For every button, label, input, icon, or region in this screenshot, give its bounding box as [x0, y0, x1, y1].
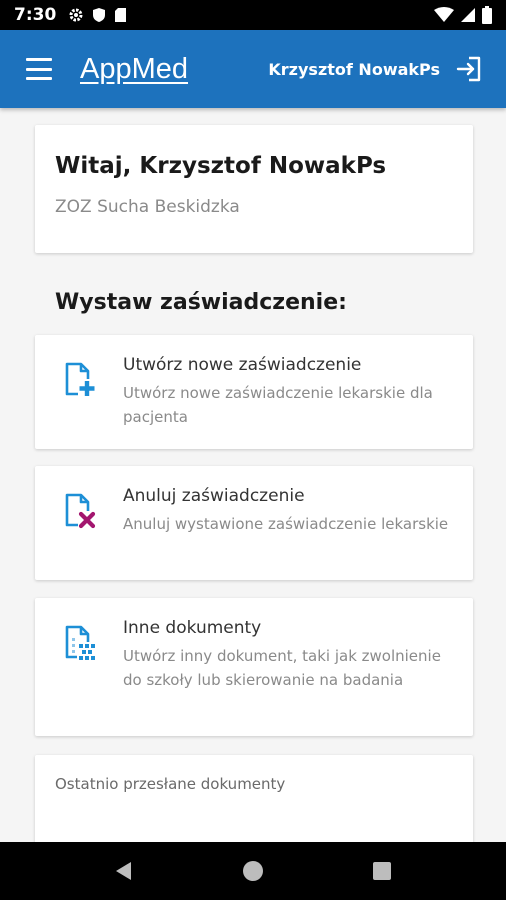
menu-icon[interactable] — [26, 58, 52, 80]
document-cancel-icon — [61, 492, 97, 532]
action-title: Anuluj zaświadczenie — [123, 486, 305, 506]
other-documents-card[interactable]: Inne dokumenty Utwórz inny dokument, tak… — [35, 598, 473, 736]
document-add-icon — [61, 361, 97, 401]
status-time: 7:30 — [14, 5, 57, 25]
shield-icon — [92, 7, 106, 23]
action-description: Utwórz nowe zaświadczenie lekarskie dla … — [123, 384, 433, 426]
recent-documents-title: Ostatnio przesłane dokumenty — [55, 775, 286, 793]
signal-icon — [460, 7, 476, 23]
section-heading: Wystaw zaświadczenie: — [55, 290, 347, 315]
wifi-icon — [434, 7, 454, 23]
action-description: Utwórz inny dokument, taki jak zwolnieni… — [123, 647, 441, 689]
welcome-greeting: Witaj, Krzysztof NowakPs — [55, 153, 387, 179]
logout-icon[interactable] — [456, 56, 482, 82]
status-bar: 7:30 — [0, 0, 506, 30]
welcome-card: Witaj, Krzysztof NowakPs ZOZ Sucha Beski… — [35, 125, 473, 253]
document-other-icon — [61, 624, 97, 664]
recent-documents-card: Ostatnio przesłane dokumenty — [35, 755, 473, 855]
action-title: Inne dokumenty — [123, 618, 262, 638]
gear-icon — [68, 7, 84, 23]
facility-name: ZOZ Sucha Beskidzka — [55, 197, 240, 217]
battery-icon — [482, 6, 492, 24]
navigation-bar — [0, 842, 506, 900]
action-title: Utwórz nowe zaświadczenie — [123, 355, 362, 375]
home-icon[interactable] — [233, 851, 273, 891]
app-title[interactable]: AppMed — [80, 53, 188, 86]
app-bar: AppMed Krzysztof NowakPs — [0, 30, 506, 108]
back-icon[interactable] — [104, 851, 144, 891]
recents-icon[interactable] — [362, 851, 402, 891]
user-name: Krzysztof NowakPs — [268, 59, 440, 79]
sd-card-icon — [114, 7, 127, 23]
cancel-certificate-card[interactable]: Anuluj zaświadczenie Anuluj wystawione z… — [35, 466, 473, 580]
action-description: Anuluj wystawione zaświadczenie lekarski… — [123, 515, 449, 533]
create-certificate-card[interactable]: Utwórz nowe zaświadczenie Utwórz nowe za… — [35, 335, 473, 449]
